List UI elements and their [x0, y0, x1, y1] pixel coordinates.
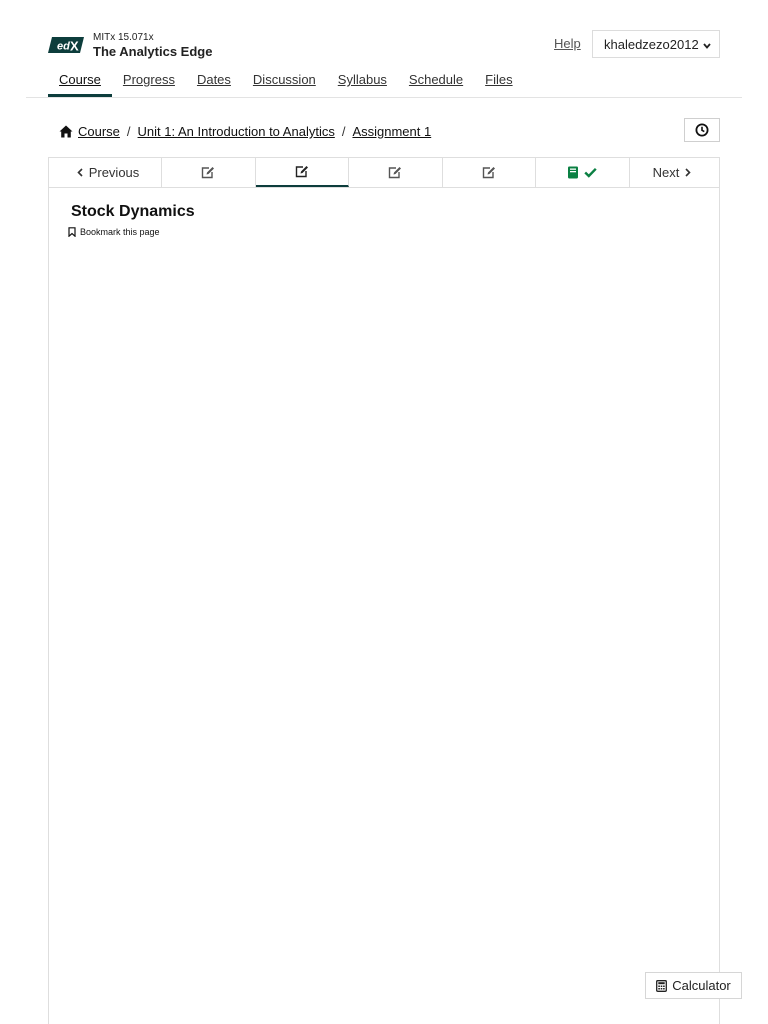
- calculator-button[interactable]: Calculator: [645, 972, 742, 999]
- course-org: MITx 15.071x: [93, 32, 154, 43]
- breadcrumb-course[interactable]: Course: [78, 124, 120, 139]
- edx-logo[interactable]: ed X: [48, 34, 84, 56]
- breadcrumb-unit[interactable]: Unit 1: An Introduction to Analytics: [138, 124, 335, 139]
- breadcrumb-assignment[interactable]: Assignment 1: [352, 124, 431, 139]
- bookmark-label: Bookmark this page: [80, 227, 160, 237]
- unit-content-frame: [48, 188, 720, 1024]
- unit-title: Stock Dynamics: [71, 203, 195, 220]
- clock-icon: [695, 123, 709, 137]
- breadcrumb: Course / Unit 1: An Introduction to Anal…: [59, 124, 431, 139]
- username-label: khaledzezo2012: [604, 36, 699, 52]
- home-icon: [59, 125, 73, 138]
- help-link[interactable]: Help: [554, 36, 581, 51]
- course-tabs: Course Progress Dates Discussion Syllabu…: [48, 62, 524, 97]
- calculator-label: Calculator: [672, 978, 731, 993]
- sequence-navigation: Previous Next: [48, 157, 720, 188]
- unit-tab-3[interactable]: [349, 158, 443, 187]
- tab-dates[interactable]: Dates: [186, 62, 242, 97]
- breadcrumb-separator: /: [341, 124, 346, 139]
- tab-discussion[interactable]: Discussion: [242, 62, 327, 97]
- breadcrumb-separator: /: [126, 124, 131, 139]
- edit-icon: [202, 167, 215, 179]
- edit-icon: [295, 166, 308, 178]
- book-icon: [568, 166, 579, 179]
- unit-tab-4[interactable]: [443, 158, 536, 187]
- next-label: Next: [652, 165, 680, 180]
- unit-tab-1[interactable]: [162, 158, 256, 187]
- tab-course[interactable]: Course: [48, 62, 112, 97]
- chevron-down-icon: [703, 37, 711, 52]
- chevron-right-icon: [685, 165, 691, 180]
- bookmark-icon: [68, 227, 76, 237]
- tab-syllabus[interactable]: Syllabus: [327, 62, 398, 97]
- unit-tab-2[interactable]: [255, 158, 349, 187]
- checkmark-icon: [584, 167, 597, 178]
- calculator-icon: [656, 979, 668, 992]
- site-header: ed X MITx 15.071x The Analytics Edge Hel…: [0, 0, 768, 98]
- svg-text:ed: ed: [57, 41, 70, 53]
- previous-button[interactable]: Previous: [49, 158, 162, 187]
- header-divider: [26, 97, 742, 98]
- tab-schedule[interactable]: Schedule: [398, 62, 474, 97]
- bookmark-button[interactable]: Bookmark this page: [68, 227, 160, 237]
- edit-icon: [389, 167, 402, 179]
- tab-files[interactable]: Files: [474, 62, 523, 97]
- course-dates-button[interactable]: [684, 118, 720, 142]
- edit-icon: [482, 167, 495, 179]
- user-menu-button[interactable]: khaledzezo2012: [592, 30, 720, 58]
- tab-progress[interactable]: Progress: [112, 62, 186, 97]
- svg-text:X: X: [70, 39, 79, 54]
- unit-tab-5[interactable]: [536, 158, 630, 187]
- chevron-left-icon: [77, 165, 83, 180]
- previous-label: Previous: [88, 165, 140, 180]
- course-title: The Analytics Edge: [93, 44, 213, 59]
- next-button[interactable]: Next: [630, 158, 721, 187]
